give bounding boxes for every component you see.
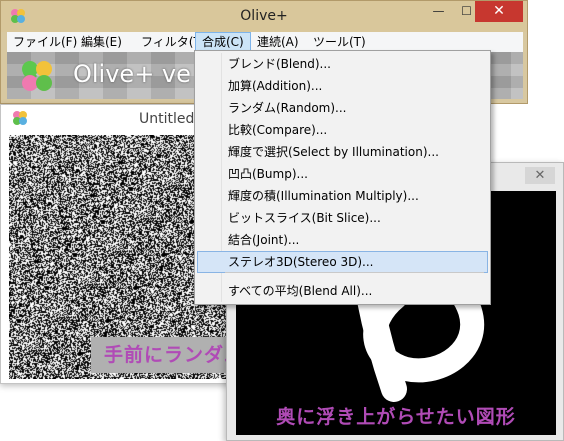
menu-bar: ファイル(F) 編集(E) フィルタ(T) 合成(C) 連続(A) ツール(T) (7, 32, 523, 54)
menu-item-select-illumination[interactable]: 輝度で選択(Select by Illumination)... (197, 141, 488, 163)
clover-logo-icon (22, 61, 52, 91)
menu-item-joint[interactable]: 結合(Joint)... (197, 229, 488, 251)
menu-item-bit-slice[interactable]: ビットスライス(Bit Slice)... (197, 207, 488, 229)
background-caption: 奥に浮き上がらせたい図形 (276, 406, 516, 428)
title-bar[interactable]: Olive+ — ☐ ✕ (1, 1, 527, 32)
menu-tools[interactable]: ツール(T) (307, 32, 372, 52)
menu-item-blend[interactable]: ブレンド(Blend)... (197, 53, 488, 75)
menu-separator (225, 272, 484, 273)
untitled-title: Untitled (139, 111, 195, 127)
menu-continuous[interactable]: 連続(A) (251, 32, 305, 52)
menu-item-bump[interactable]: 凹凸(Bump)... (197, 163, 488, 185)
close-icon[interactable]: ✕ (525, 167, 555, 184)
menu-item-random[interactable]: ランダム(Random)... (197, 97, 488, 119)
menu-item-compare[interactable]: 比較(Compare)... (197, 119, 488, 141)
menu-item-illumination-multiply[interactable]: 輝度の積(Illumination Multiply)... (197, 185, 488, 207)
minimize-button[interactable]: — (425, 1, 452, 22)
compose-dropdown-menu: ブレンド(Blend)... 加算(Addition)... ランダム(Rand… (194, 50, 491, 305)
menu-edit[interactable]: 編集(E) (75, 32, 128, 52)
clover-icon (13, 111, 27, 125)
menu-item-blend-all[interactable]: すべての平均(Blend All)... (197, 280, 488, 302)
menu-item-addition[interactable]: 加算(Addition)... (197, 75, 488, 97)
close-button[interactable]: ✕ (475, 1, 523, 22)
menu-file[interactable]: ファイル(F) (7, 32, 83, 52)
menu-item-stereo-3d[interactable]: ステレオ3D(Stereo 3D)... (197, 251, 488, 273)
banner-text: Olive+ ve (73, 60, 191, 88)
